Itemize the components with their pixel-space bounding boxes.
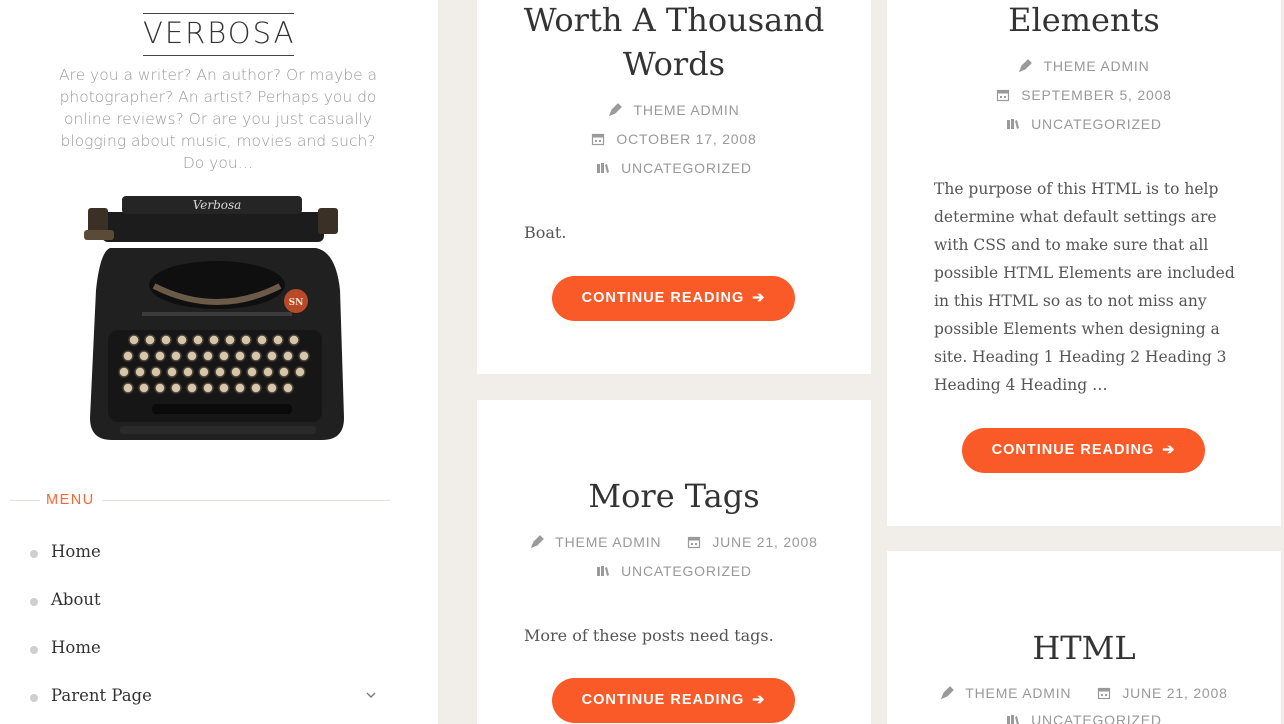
post-category: UNCATEGORIZED: [887, 114, 1281, 134]
excerpt-line: with CSS and to make sure that all: [934, 236, 1209, 254]
bullet-icon: [30, 694, 38, 702]
date-link[interactable]: OCTOBER 17, 2008: [616, 131, 756, 147]
post-title-line2[interactable]: Words: [477, 42, 871, 86]
bullet-icon: [30, 646, 38, 654]
post-category: UNCATEGORIZED: [887, 710, 1281, 724]
button-label: CONTINUE READING: [581, 290, 745, 306]
category-link[interactable]: UNCATEGORIZED: [1031, 712, 1162, 724]
menu-item-label[interactable]: Home: [51, 542, 101, 561]
menu-item-about[interactable]: About: [28, 588, 388, 618]
author-link[interactable]: THEME ADMIN: [1043, 58, 1149, 74]
calendar-icon: [997, 89, 1010, 102]
menu-item-label[interactable]: About: [51, 590, 101, 609]
chevron-down-icon[interactable]: [364, 688, 378, 702]
category-link[interactable]: UNCATEGORIZED: [621, 160, 752, 176]
continue-reading-button[interactable]: CONTINUE READING ➔: [552, 276, 795, 321]
menu-item-label[interactable]: Home: [51, 638, 101, 657]
post-date: SEPTEMBER 5, 2008: [887, 85, 1281, 105]
excerpt-line: determine what default settings are: [934, 208, 1217, 226]
author-link[interactable]: THEME ADMIN: [555, 534, 661, 550]
menu-divider-left: [10, 500, 40, 501]
post-card: More Tags THEME ADMIN JUNE 21, 2008 UNCA…: [477, 400, 871, 724]
excerpt-line: possible Elements when designing a: [934, 320, 1220, 338]
site-title[interactable]: VERBOSA: [143, 13, 294, 56]
author-link[interactable]: THEME ADMIN: [965, 685, 1071, 701]
menu-item-home-2[interactable]: Home: [28, 636, 388, 666]
post-category: UNCATEGORIZED: [477, 561, 871, 581]
calendar-icon: [592, 133, 605, 146]
excerpt-line: in this HTML so as to not miss any: [934, 292, 1207, 310]
post-excerpt: The purpose of this HTML is to help dete…: [934, 175, 1274, 399]
continue-reading-button[interactable]: CONTINUE READING ➔: [962, 428, 1205, 473]
pen-icon: [531, 535, 545, 549]
sidebar: VERBOSA Are you a writer? An author? Or …: [0, 0, 438, 724]
bullet-icon: [30, 550, 38, 558]
menu-item-label[interactable]: Parent Page: [51, 686, 152, 705]
excerpt-line: site. Heading 1 Heading 2 Heading 3: [934, 348, 1227, 366]
menu-heading-label: MENU: [46, 492, 95, 508]
date-link[interactable]: SEPTEMBER 5, 2008: [1021, 87, 1172, 103]
author-link[interactable]: THEME ADMIN: [633, 102, 739, 118]
typewriter-brand-text: Verbosa: [193, 198, 242, 212]
books-icon: [597, 566, 610, 576]
post-title[interactable]: Worth A Thousand: [477, 0, 871, 42]
post-author: THEME ADMIN: [887, 56, 1281, 76]
typewriter-logo-image[interactable]: Verbosa SN: [82, 190, 344, 444]
excerpt-line: The purpose of this HTML is to help: [934, 180, 1219, 198]
arrow-right-icon: ➔: [1162, 442, 1176, 458]
button-label: CONTINUE READING: [991, 442, 1155, 458]
pen-icon: [1019, 59, 1033, 73]
post-category: UNCATEGORIZED: [477, 158, 871, 178]
button-label: CONTINUE READING: [581, 692, 745, 708]
excerpt-line: possible HTML Elements are included: [934, 264, 1235, 282]
post-excerpt: Boat.: [524, 223, 567, 242]
calendar-icon: [1098, 687, 1111, 700]
post-card: HTML THEME ADMIN JUNE 21, 2008 UNCATEGOR…: [887, 551, 1281, 724]
books-icon: [1007, 119, 1020, 129]
pen-icon: [941, 686, 955, 700]
arrow-right-icon: ➔: [752, 692, 766, 708]
continue-reading-button[interactable]: CONTINUE READING ➔: [552, 678, 795, 723]
bullet-icon: [30, 598, 38, 606]
post-card: Worth A Thousand Words THEME ADMIN OCTOB…: [477, 0, 871, 374]
post-card: Elements THEME ADMIN SEPTEMBER 5, 2008 U…: [887, 0, 1281, 526]
pen-icon: [609, 103, 623, 117]
post-excerpt: More of these posts need tags.: [524, 626, 774, 645]
category-link[interactable]: UNCATEGORIZED: [1031, 116, 1162, 132]
site-tagline: Are you a writer? An author? Or maybe a …: [58, 66, 378, 172]
books-icon: [1007, 715, 1020, 724]
post-title[interactable]: More Tags: [477, 474, 871, 518]
post-date: OCTOBER 17, 2008: [477, 129, 871, 149]
books-icon: [597, 163, 610, 173]
post-author: THEME ADMIN: [477, 100, 871, 120]
calendar-icon: [688, 536, 701, 549]
menu-item-home[interactable]: Home: [28, 540, 388, 570]
menu-item-parent-page[interactable]: Parent Page: [28, 684, 388, 714]
svg-text:SN: SN: [289, 298, 304, 308]
post-meta-row: THEME ADMIN JUNE 21, 2008: [477, 532, 871, 552]
date-link[interactable]: JUNE 21, 2008: [712, 534, 817, 550]
post-title[interactable]: Elements: [887, 0, 1281, 42]
post-title[interactable]: HTML: [887, 626, 1281, 670]
date-link[interactable]: JUNE 21, 2008: [1122, 685, 1227, 701]
post-meta-row: THEME ADMIN JUNE 21, 2008: [887, 683, 1281, 703]
menu-divider-right: [102, 500, 390, 501]
category-link[interactable]: UNCATEGORIZED: [621, 563, 752, 579]
excerpt-line: Heading 4 Heading …: [934, 376, 1108, 394]
menu-heading: MENU: [10, 490, 390, 510]
arrow-right-icon: ➔: [752, 290, 766, 306]
